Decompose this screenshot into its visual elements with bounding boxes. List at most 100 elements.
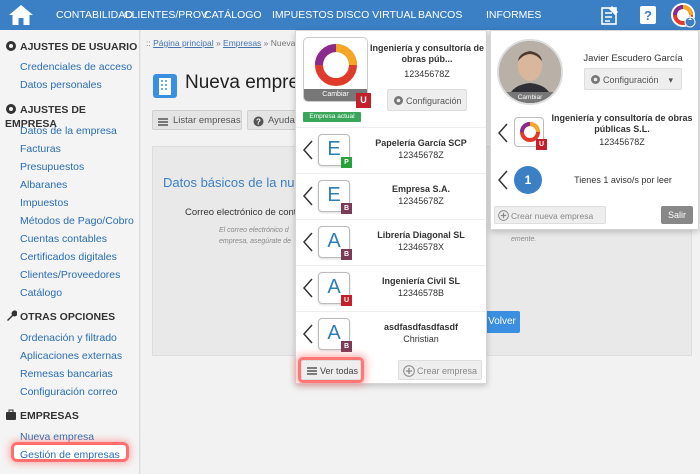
sidebar-section-user: AJUSTES DE USUARIO (5, 40, 137, 54)
nav-disco-virtual[interactable]: DISCO VIRTUAL (336, 0, 416, 30)
sidebar-item-remesas[interactable]: Remesas bancarias (20, 367, 113, 381)
svg-text:?: ? (256, 118, 261, 127)
gear-icon (6, 104, 16, 114)
current-company-id: 12345678Z (404, 69, 450, 79)
company-name: asdfasdfasdfasdf (383, 322, 459, 332)
gear-icon (6, 41, 16, 51)
top-nav-bar: CONTABILIDAD CLIENTES/PROV. CATÁLOGO IMP… (0, 0, 700, 30)
nav-contabilidad[interactable]: CONTABILIDAD (56, 0, 133, 30)
company-logo-icon (315, 44, 357, 86)
help-button[interactable]: ? Ayuda (247, 110, 297, 130)
company-row[interactable]: EB Empresa S.A. 12345678Z (296, 173, 486, 219)
ver-todas-button[interactable]: Ver todas (301, 360, 361, 380)
chevron-left-icon (303, 140, 313, 160)
list-companies-button[interactable]: Listar empresas (152, 110, 242, 130)
breadcrumb-home[interactable]: Página principal (153, 38, 213, 48)
company-letter-logo: AB (318, 318, 352, 352)
chevron-left-icon (303, 278, 313, 298)
sidebar-item-ordenacion[interactable]: Ordenación y filtrado (20, 331, 117, 345)
gear-icon (591, 75, 600, 84)
chevron-left-icon (303, 186, 313, 206)
card-title: Datos básicos de la nu (163, 175, 295, 190)
plus-circle-icon (403, 365, 415, 377)
company-letter-logo: EP (318, 134, 352, 168)
wrench-icon (7, 310, 18, 321)
company-id: 12346578X (397, 242, 445, 252)
volver-button[interactable]: Volver (484, 311, 520, 333)
home-icon[interactable] (8, 4, 34, 26)
company-role-badge: P (341, 157, 352, 168)
sidebar-item-gestion-empresas[interactable]: Gestión de empresas (14, 445, 126, 461)
logout-button[interactable]: Salir (661, 206, 693, 224)
change-photo-label[interactable]: Cambiar (499, 92, 561, 103)
company-letter-logo: AB (318, 226, 352, 260)
sidebar-item-impuestos[interactable]: Impuestos (20, 196, 68, 210)
sidebar-item-certificados[interactable]: Certificados digitales (20, 250, 117, 264)
nav-catalogo[interactable]: CATÁLOGO (204, 0, 262, 30)
crear-empresa-button[interactable]: Crear empresa (398, 360, 482, 380)
sidebar-item-catalogo[interactable]: Catálogo (20, 286, 62, 300)
help-icon[interactable]: ? (639, 4, 657, 26)
sidebar-section-company: AJUSTES DE EMPRESA (5, 104, 86, 130)
sidebar-item-albaranes[interactable]: Albaranes (20, 178, 67, 192)
nav-impuestos[interactable]: IMPUESTOS (272, 0, 334, 30)
sidebar-item-datos-personales[interactable]: Datos personales (20, 78, 102, 92)
create-new-company-button[interactable]: Crear nueva empresa (494, 206, 606, 224)
nav-clientes[interactable]: CLIENTES/PROV. (124, 0, 210, 30)
company-letter-logo: EB (318, 180, 352, 214)
company-name: Librería Diagonal SL (377, 230, 465, 240)
nav-informes[interactable]: INFORMES (486, 0, 541, 30)
company-role-badge: B (341, 249, 352, 260)
sidebar-item-facturas[interactable]: Facturas (20, 142, 61, 156)
tasks-icon[interactable] (600, 4, 620, 26)
company-name: Empresa S.A. (391, 184, 451, 194)
user-config-button[interactable]: Configuración ▾ (584, 68, 682, 90)
sidebar-item-datos-empresa[interactable]: Datos de la empresa (20, 124, 117, 138)
notification-text: Tienes 1 aviso/s por leer (574, 175, 672, 185)
sidebar: AJUSTES DE USUARIO Credenciales de acces… (0, 30, 140, 474)
sidebar-item-presupuestos[interactable]: Presupuestos (20, 160, 84, 174)
user-company-id: 12345678Z (599, 137, 645, 147)
company-id: Christian (403, 334, 439, 344)
company-row[interactable]: EP Papelería García SCP 12345678Z (296, 127, 486, 173)
notification-badge: 1 (688, 15, 692, 22)
question-icon: ? (253, 116, 264, 127)
notification-count[interactable]: 1 (514, 166, 542, 194)
user-avatar[interactable]: Cambiar (497, 39, 563, 105)
company-row[interactable]: AU Ingeniería Civil SL 12346578B (296, 265, 486, 311)
sidebar-item-cuentas[interactable]: Cuentas contables (20, 232, 107, 246)
company-id: 12345678Z (398, 150, 444, 160)
user-panel: Cambiar Javier Escudero García Configura… (490, 30, 699, 230)
company-row[interactable]: AB Librería Diagonal SL 12346578X (296, 219, 486, 265)
list-icon (307, 367, 317, 375)
sidebar-item-clientes[interactable]: Clientes/Proveedores (20, 268, 120, 282)
company-id: 12345678Z (398, 196, 444, 206)
sidebar-item-credenciales[interactable]: Credenciales de acceso (20, 60, 132, 74)
sidebar-item-config-correo[interactable]: Configuración correo (20, 385, 117, 399)
caret-down-icon: ▾ (668, 75, 673, 85)
sidebar-item-nueva-empresa[interactable]: Nueva empresa (20, 430, 94, 444)
company-config-button[interactable]: Configuración (387, 89, 467, 111)
company-role-badge: B (341, 203, 352, 214)
chevron-left-icon (303, 232, 313, 252)
sidebar-item-aplicaciones[interactable]: Aplicaciones externas (20, 349, 122, 363)
user-role-badge: U (356, 93, 371, 108)
company-row[interactable]: AB asdfasdfasdfasdf Christian (296, 311, 486, 357)
nav-bancos[interactable]: BANCOS (418, 0, 462, 30)
company-id: 12346578B (397, 288, 445, 298)
company-role-badge: B (341, 341, 352, 352)
breadcrumb: :: Página principal » Empresas » Nueva e… (146, 38, 310, 48)
email-help-text-end: emente. (511, 236, 537, 243)
company-switcher-panel: Cambiar U Empresa actual Ingeniería y co… (295, 30, 487, 384)
list-icon (158, 118, 168, 126)
plus-circle-icon (498, 210, 509, 221)
company-role-badge: U (341, 295, 352, 306)
breadcrumb-empresas[interactable]: Empresas (223, 38, 261, 48)
chevron-left-icon[interactable] (498, 170, 508, 190)
chevron-left-icon (303, 324, 313, 344)
building-icon (153, 74, 177, 98)
sidebar-section-companies: EMPRESAS (5, 409, 79, 423)
chevron-left-icon[interactable] (498, 123, 508, 143)
sidebar-item-metodos-pago[interactable]: Métodos de Pago/Cobro (20, 214, 134, 228)
gear-icon (394, 96, 403, 105)
